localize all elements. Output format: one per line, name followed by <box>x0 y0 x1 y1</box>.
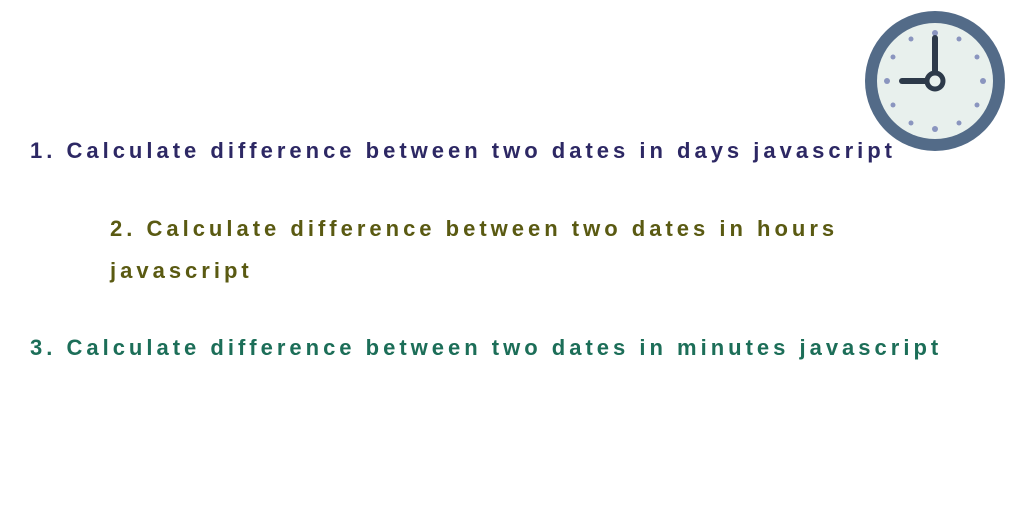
list-item-3: 3. Calculate difference between two date… <box>30 327 994 369</box>
list-item-2: 2. Calculate difference between two date… <box>110 208 994 292</box>
article-list: 1. Calculate difference between two date… <box>30 130 994 405</box>
list-item-1: 1. Calculate difference between two date… <box>30 130 994 172</box>
